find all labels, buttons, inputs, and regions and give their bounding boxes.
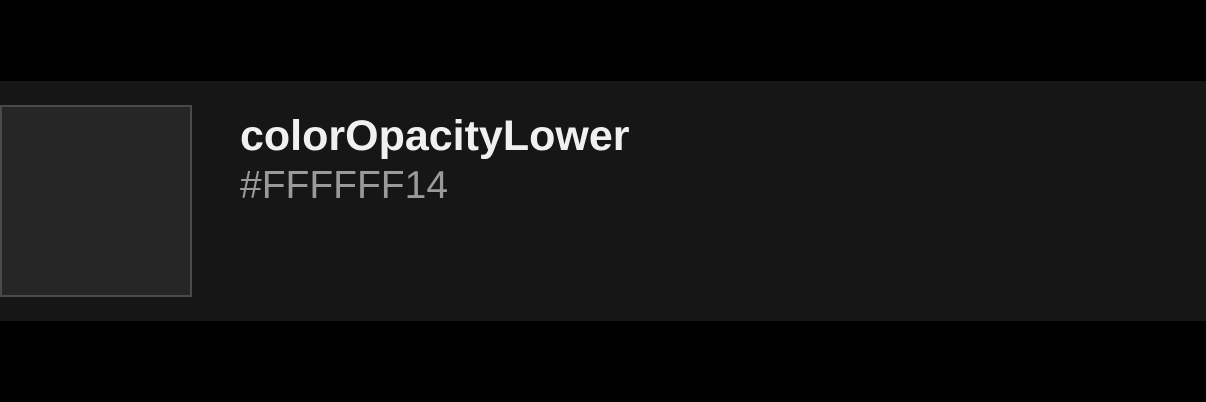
color-token-row: colorOpacityLower #FFFFFF14 <box>0 81 1206 321</box>
token-name: colorOpacityLower <box>240 112 630 160</box>
color-swatch <box>0 105 192 297</box>
token-info: colorOpacityLower #FFFFFF14 <box>240 111 629 209</box>
page: colorOpacityLower #FFFFFF14 <box>0 0 1206 402</box>
token-hex-value: #FFFFFF14 <box>240 164 449 207</box>
